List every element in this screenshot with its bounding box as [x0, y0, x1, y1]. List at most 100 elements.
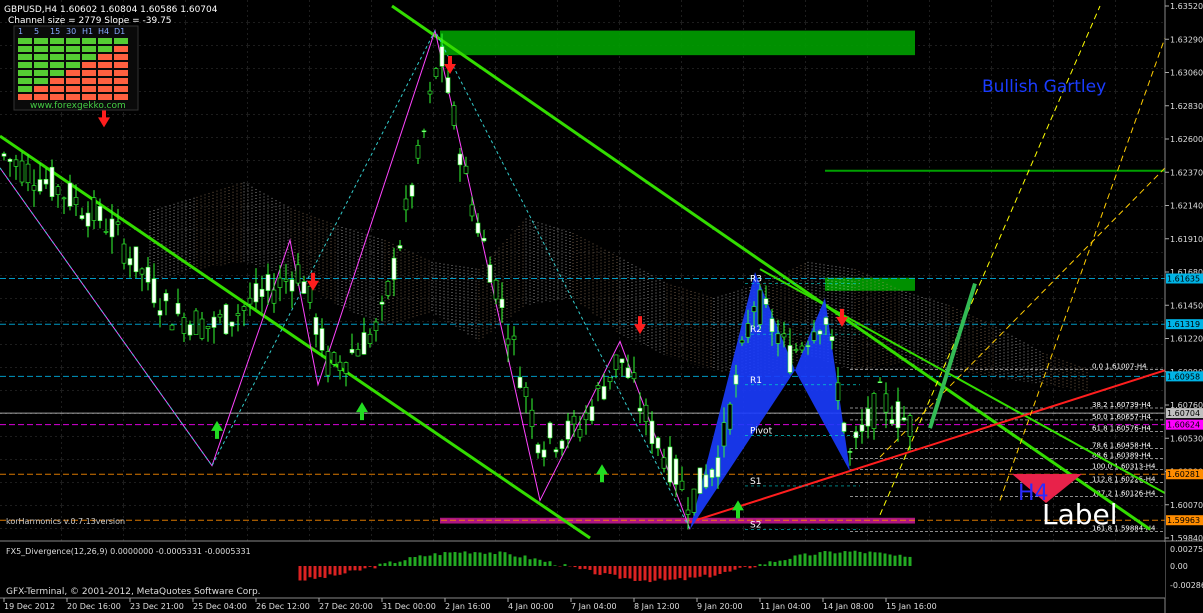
- pivot-label: S2: [750, 520, 761, 530]
- timeframe-cell: [114, 62, 128, 68]
- candle-bull: [709, 469, 715, 478]
- timeframe-tab: 1: [18, 27, 23, 36]
- candle-bear: [247, 297, 253, 305]
- timeframe-widget[interactable]: 1 5 15 30 H1 H4 D1 www.forexgekko.com: [13, 25, 139, 111]
- time-tick-label: 26 Dec 12:00: [256, 602, 310, 611]
- candle-bear: [121, 243, 127, 264]
- candle-bull: [475, 222, 481, 234]
- timeframe-cell: [34, 38, 48, 44]
- candle-bear: [757, 289, 763, 325]
- candle-bear: [91, 197, 97, 221]
- candle-bull: [457, 153, 463, 166]
- candle-bull: [619, 358, 625, 364]
- candle-bear: [385, 281, 391, 296]
- candle-bull: [133, 246, 139, 273]
- fib-level-label: 78.6 1.60458-H4: [1092, 442, 1152, 450]
- candle-bear: [31, 185, 37, 191]
- timeframe-cell: [50, 46, 64, 52]
- candle-bear: [325, 351, 331, 376]
- candle-bear: [373, 321, 379, 331]
- time-tick-label: 7 Jan 04:00: [571, 602, 617, 611]
- candle-bear: [793, 349, 799, 351]
- candle-bull: [565, 420, 571, 440]
- candle-bull: [175, 302, 181, 315]
- price-badge-label: 1.60624: [1167, 421, 1200, 430]
- fib-level-label: 61.8 1.60576-H4: [1092, 425, 1152, 433]
- candle-bear: [55, 186, 61, 195]
- candle-bull: [889, 419, 895, 425]
- candle-bear: [307, 285, 313, 303]
- candle-bull: [391, 257, 397, 280]
- candle-bull: [313, 317, 319, 335]
- price-tick-label: 1.63290: [1170, 35, 1203, 44]
- timeframe-cell: [98, 86, 112, 92]
- candle-bear: [103, 231, 109, 233]
- candle-bull: [211, 316, 217, 328]
- candle-bear: [73, 197, 79, 206]
- candle-bear: [337, 361, 343, 371]
- candle-bear: [907, 415, 913, 437]
- timeframe-cell: [18, 54, 32, 60]
- timeframe-tab: D1: [114, 27, 125, 36]
- pivot-label: R3: [750, 275, 762, 285]
- price-zone: [825, 277, 915, 291]
- timeframe-cell: [82, 70, 96, 76]
- timeframe-cell: [98, 70, 112, 76]
- timeframe-cell: [82, 62, 96, 68]
- candle-bear: [13, 159, 19, 167]
- timeframe-cell: [50, 70, 64, 76]
- candle-bull: [805, 345, 811, 347]
- candle-bull: [379, 301, 385, 305]
- time-tick-label: 25 Dec 04:00: [193, 602, 247, 611]
- time-axis: 19 Dec 2012 20 Dec 16:00 23 Dec 21:00 25 De…: [3, 598, 937, 611]
- fib-level-label: 50.0 1.60657-H4: [1092, 413, 1152, 421]
- timeframe-cell: [34, 78, 48, 84]
- candle-bear: [355, 349, 361, 357]
- candle-bear: [463, 165, 469, 174]
- candle-bear: [367, 333, 373, 344]
- timeframe-cell: [18, 62, 32, 68]
- time-tick-label: 2 Jan 16:00: [445, 602, 491, 611]
- candle-bear: [751, 306, 757, 312]
- candle-bull: [841, 422, 847, 432]
- candle-bull: [79, 215, 85, 219]
- chart-canvas[interactable]: 0.0 1.61007-H4 38.2 1.60739-H4 50.0 1.6065…: [0, 0, 1203, 613]
- candle-bear: [235, 313, 241, 317]
- timeframe-cell: [82, 86, 96, 92]
- candle-bull: [553, 449, 559, 453]
- candle-bear: [283, 278, 289, 282]
- candle-bear: [493, 279, 499, 300]
- timeframe-tab: H1: [82, 27, 93, 36]
- timeframe-cell: [34, 46, 48, 52]
- candle-bull: [187, 324, 193, 336]
- timeframe-cell: [82, 78, 96, 84]
- candle-bull: [895, 401, 901, 429]
- timeframe-cell: [18, 78, 32, 84]
- timeframe-cell: [34, 54, 48, 60]
- candle-bull: [847, 451, 853, 453]
- timeframe-cell: [114, 94, 128, 100]
- candle-bear: [343, 362, 349, 374]
- price-badge-label: 1.60281: [1167, 470, 1200, 479]
- candle-bear: [523, 386, 529, 397]
- candle-bull: [655, 437, 661, 449]
- pattern-title: Bullish Gartley: [982, 77, 1106, 97]
- timeframe-cell: [114, 54, 128, 60]
- osc-tick-label: 0.00: [1170, 562, 1188, 571]
- candle-bear: [271, 289, 277, 304]
- candle-bear: [811, 331, 817, 341]
- timeframe-cell: [66, 94, 80, 100]
- candle-bear: [529, 409, 535, 427]
- timeframe-cell: [66, 54, 80, 60]
- timeframe-cell: [66, 62, 80, 68]
- price-tick-label: 1.63060: [1170, 69, 1203, 78]
- candle-bull: [253, 283, 259, 303]
- time-tick-label: 15 Jan 16:00: [886, 602, 937, 611]
- candle-bear: [835, 382, 841, 401]
- timeframe-cell: [34, 70, 48, 76]
- candle-bull: [853, 431, 859, 439]
- candle-bear: [631, 372, 637, 380]
- timeframe-cell: [34, 94, 48, 100]
- candle-bear: [613, 354, 619, 370]
- candle-bull: [481, 237, 487, 242]
